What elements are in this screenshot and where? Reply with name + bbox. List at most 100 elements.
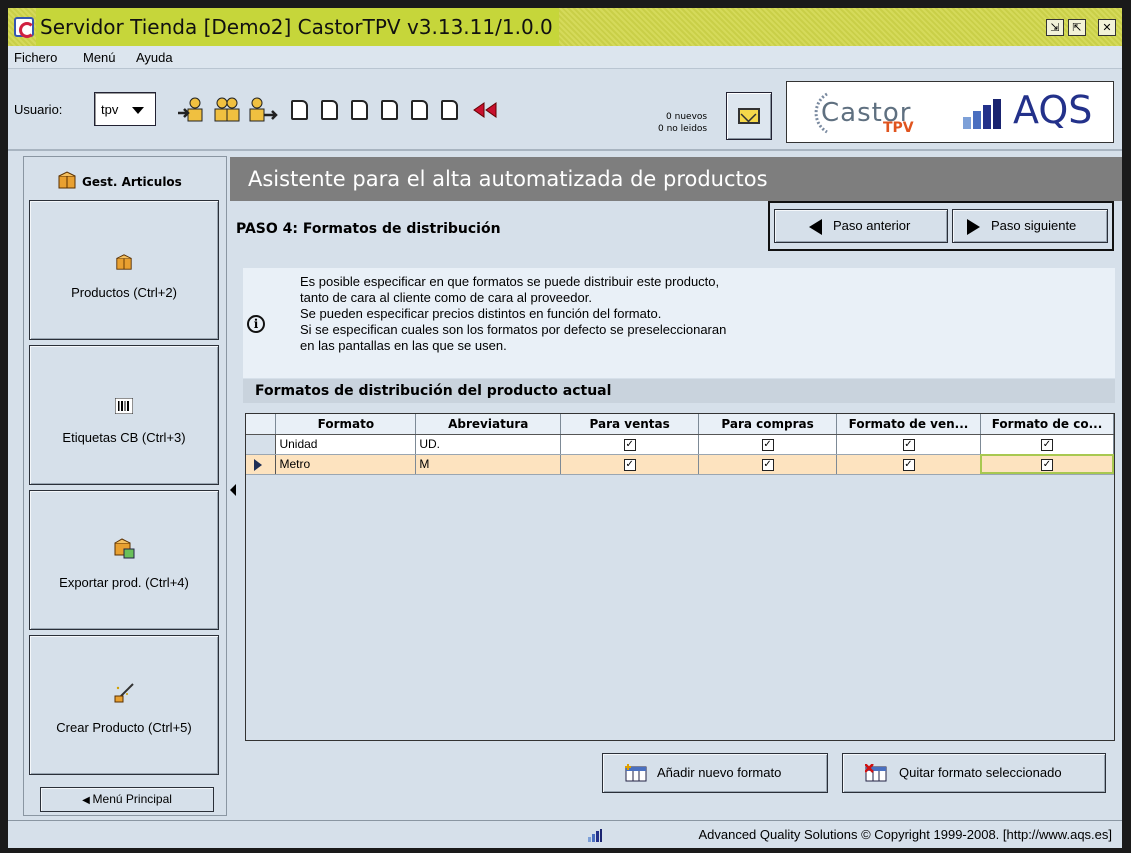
document-icon[interactable] bbox=[381, 100, 398, 120]
mail-new-count: 0 nuevos bbox=[666, 112, 708, 122]
remove-format-button[interactable]: Quitar formato seleccionado bbox=[842, 753, 1106, 793]
column-header-abreviatura[interactable]: Abreviatura bbox=[415, 414, 562, 435]
column-header-formato-compras[interactable]: Formato de co... bbox=[980, 414, 1115, 435]
checkbox-checked[interactable]: ✓ bbox=[761, 458, 774, 471]
row-header[interactable] bbox=[246, 454, 277, 475]
page-title: Asistente para el alta automatizada de p… bbox=[230, 157, 1122, 201]
document-icon[interactable] bbox=[411, 100, 428, 120]
formats-grid[interactable]: Formato Abreviatura Para ventas Para com… bbox=[245, 413, 1115, 741]
export-box-icon bbox=[114, 538, 135, 559]
copyright-text: Advanced Quality Solutions © Copyright 1… bbox=[698, 827, 1112, 842]
grid-title: Formatos de distribución del producto ac… bbox=[243, 379, 1115, 403]
arrow-right-icon bbox=[967, 219, 980, 235]
sidebar-item-exportar[interactable]: Exportar prod. (Ctrl+4) bbox=[29, 490, 219, 630]
splitter-collapse-handle[interactable] bbox=[230, 484, 236, 496]
checkbox-checked[interactable]: ✓ bbox=[902, 438, 915, 451]
column-header-para-compras[interactable]: Para compras bbox=[698, 414, 838, 435]
menu-fichero[interactable]: Fichero bbox=[14, 50, 57, 65]
table-row-selected[interactable]: Metro M ✓ ✓ ✓ ✓ bbox=[246, 454, 1115, 475]
row-header[interactable] bbox=[246, 434, 277, 455]
add-format-button[interactable]: Añadir nuevo formato bbox=[602, 753, 828, 793]
title-bar[interactable]: Servidor Tienda [Demo2] CastorTPV v3.13.… bbox=[8, 8, 1122, 46]
sidebar-title: Gest. Articulos bbox=[82, 175, 182, 189]
checkbox-checked[interactable]: ✓ bbox=[761, 438, 774, 451]
checkbox-checked[interactable]: ✓ bbox=[1040, 458, 1053, 471]
cell-formato-compras[interactable]: ✓ bbox=[980, 434, 1115, 455]
cell-abreviatura[interactable]: UD. bbox=[415, 434, 562, 455]
aqs-logo-text: AQS bbox=[1013, 88, 1093, 132]
window-frame: Servidor Tienda [Demo2] CastorTPV v3.13.… bbox=[0, 0, 1131, 853]
next-step-label: Paso siguiente bbox=[991, 218, 1077, 233]
menu-principal-button[interactable]: ◀ Menú Principal bbox=[40, 787, 214, 812]
mail-counter: 0 nuevos 0 no leidos bbox=[658, 111, 707, 135]
castor-tpv-logo: Castor TPV bbox=[797, 88, 937, 138]
info-line: en las pantallas en las que se usen. bbox=[300, 338, 507, 353]
cell-formato[interactable]: Metro bbox=[275, 454, 417, 475]
cell-formato-compras[interactable]: ✓ bbox=[980, 454, 1115, 475]
next-step-button[interactable]: Paso siguiente bbox=[952, 209, 1108, 243]
table-row[interactable]: Unidad UD. ✓ ✓ ✓ ✓ bbox=[246, 434, 1115, 455]
rewind-icon[interactable] bbox=[470, 101, 498, 119]
brand-logos: Castor TPV AQS bbox=[786, 81, 1114, 143]
cell-abreviatura[interactable]: M bbox=[415, 454, 562, 475]
box-icon bbox=[116, 254, 132, 270]
sidebar-item-productos[interactable]: Productos (Ctrl+2) bbox=[29, 200, 219, 340]
caret-left-icon: ◀ bbox=[82, 795, 93, 806]
cell-formato[interactable]: Unidad bbox=[275, 434, 417, 455]
restore-button[interactable]: ⇲ bbox=[1046, 19, 1064, 36]
grid-corner bbox=[246, 414, 277, 435]
info-line: Si se especifican cuales son los formato… bbox=[300, 322, 727, 337]
document-icon[interactable] bbox=[291, 100, 308, 120]
menu-ayuda[interactable]: Ayuda bbox=[136, 50, 173, 65]
menu-bar: Fichero Menú Ayuda bbox=[8, 46, 1122, 69]
current-row-icon bbox=[254, 458, 262, 471]
previous-step-button[interactable]: Paso anterior bbox=[774, 209, 948, 243]
mail-unread-count: 0 no leidos bbox=[658, 124, 708, 134]
sidebar-item-crear-producto[interactable]: Crear Producto (Ctrl+5) bbox=[29, 635, 219, 775]
sidebar-item-label: Exportar prod. (Ctrl+4) bbox=[59, 575, 189, 590]
checkbox-checked[interactable]: ✓ bbox=[902, 458, 915, 471]
document-icon[interactable] bbox=[321, 100, 338, 120]
column-header-para-ventas[interactable]: Para ventas bbox=[560, 414, 700, 435]
sidebar-item-label: Etiquetas CB (Ctrl+3) bbox=[62, 430, 186, 445]
toolbar: Usuario: tpv 0 nuevos 0 no leidos Castor… bbox=[8, 69, 1122, 151]
menu-menu[interactable]: Menú bbox=[83, 50, 116, 65]
cell-para-compras[interactable]: ✓ bbox=[698, 434, 838, 455]
sidebar-item-etiquetas[interactable]: Etiquetas CB (Ctrl+3) bbox=[29, 345, 219, 485]
user-select[interactable]: tpv bbox=[94, 92, 156, 126]
user-logout-icon[interactable] bbox=[248, 97, 278, 123]
cell-formato-ventas[interactable]: ✓ bbox=[836, 454, 981, 475]
user-select-value: tpv bbox=[101, 102, 119, 117]
mail-button[interactable] bbox=[726, 92, 772, 140]
arrow-left-icon bbox=[809, 219, 822, 235]
tpv-logo-text: TPV bbox=[883, 120, 914, 136]
column-header-formato-ventas[interactable]: Formato de ven... bbox=[836, 414, 981, 435]
checkbox-checked[interactable]: ✓ bbox=[1040, 438, 1053, 451]
status-bar: Advanced Quality Solutions © Copyright 1… bbox=[8, 820, 1122, 848]
info-line: Se pueden especificar precios distintos … bbox=[300, 306, 662, 321]
cell-para-compras[interactable]: ✓ bbox=[698, 454, 838, 475]
close-button[interactable]: ✕ bbox=[1098, 19, 1116, 36]
remove-table-icon bbox=[865, 764, 887, 782]
box-icon bbox=[58, 171, 76, 189]
maximize-button[interactable]: ⇱ bbox=[1068, 19, 1086, 36]
add-table-icon bbox=[625, 764, 647, 782]
cell-para-ventas[interactable]: ✓ bbox=[560, 454, 700, 475]
column-header-formato[interactable]: Formato bbox=[275, 414, 417, 435]
sidebar-header: Gest. Articulos bbox=[24, 157, 226, 205]
user-login-icon[interactable] bbox=[176, 97, 206, 123]
sidebar-item-label: Productos (Ctrl+2) bbox=[71, 285, 177, 300]
barcode-icon bbox=[115, 398, 133, 414]
info-panel: i Es posible especificar en que formatos… bbox=[243, 268, 1115, 378]
document-icon[interactable] bbox=[441, 100, 458, 120]
wizard-navigation: Paso anterior Paso siguiente bbox=[768, 201, 1114, 251]
cell-para-ventas[interactable]: ✓ bbox=[560, 434, 700, 455]
checkbox-checked[interactable]: ✓ bbox=[623, 458, 636, 471]
users-icon[interactable] bbox=[212, 97, 242, 123]
sidebar: Gest. Articulos Productos (Ctrl+2) Etiqu… bbox=[23, 156, 227, 816]
document-icon[interactable] bbox=[351, 100, 368, 120]
checkbox-checked[interactable]: ✓ bbox=[623, 438, 636, 451]
step-title: PASO 4: Formatos de distribución bbox=[236, 221, 501, 237]
window-title: Servidor Tienda [Demo2] CastorTPV v3.13.… bbox=[36, 8, 559, 46]
cell-formato-ventas[interactable]: ✓ bbox=[836, 434, 981, 455]
